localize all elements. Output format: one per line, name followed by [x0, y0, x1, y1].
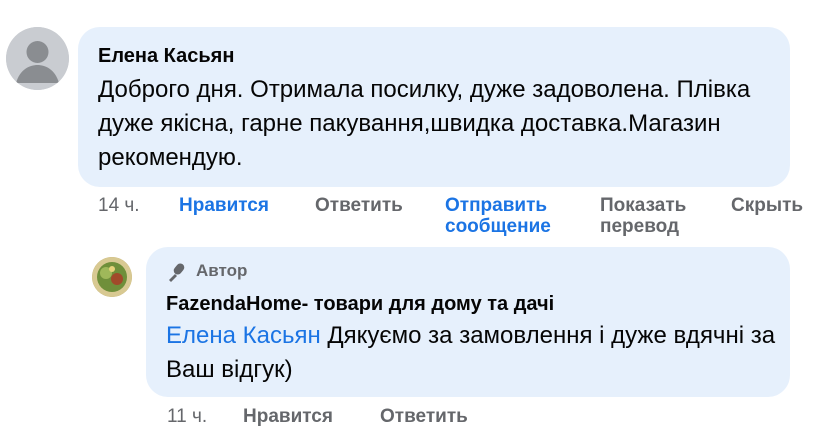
like-button[interactable]: Нравится [179, 196, 269, 216]
reply-like-button[interactable]: Нравится [243, 407, 333, 427]
comment-thread: Елена Касьян Доброго дня. Отримала посил… [0, 0, 826, 436]
reply-button[interactable]: Ответить [315, 196, 403, 216]
send-message-button-line1[interactable]: Отправить [445, 196, 547, 216]
microphone-icon [169, 263, 185, 282]
reply-bubble: Автор FazendaHome- товари для дому та да… [146, 247, 790, 397]
comment-author[interactable]: Елена Касьян [98, 45, 234, 68]
comment-text: Доброго дня. Отримала посилку, дуже задо… [98, 76, 751, 171]
page-logo-icon [92, 257, 132, 297]
reply-author[interactable]: FazendaHome- товари для дому та дачі [166, 293, 554, 316]
hide-button[interactable]: Скрыть [731, 196, 803, 216]
reply-timestamp[interactable]: 11 ч. [167, 407, 207, 427]
translate-button-line2[interactable]: перевод [600, 217, 679, 237]
reply-text: Елена Касьян Дякуємо за замовлення і дуж… [166, 319, 776, 387]
default-avatar-icon [6, 27, 69, 90]
mention-link[interactable]: Елена Касьян [166, 322, 321, 349]
page-avatar[interactable] [92, 257, 132, 297]
comment-bubble: Елена Касьян Доброго дня. Отримала посил… [78, 27, 790, 187]
author-badge-label: Автор [196, 261, 248, 280]
reply-reply-button[interactable]: Ответить [380, 407, 468, 427]
translate-button-line1[interactable]: Показать [600, 196, 686, 216]
comment-timestamp[interactable]: 14 ч. [98, 196, 140, 216]
avatar[interactable] [6, 27, 69, 90]
send-message-button-line2[interactable]: сообщение [445, 217, 551, 237]
